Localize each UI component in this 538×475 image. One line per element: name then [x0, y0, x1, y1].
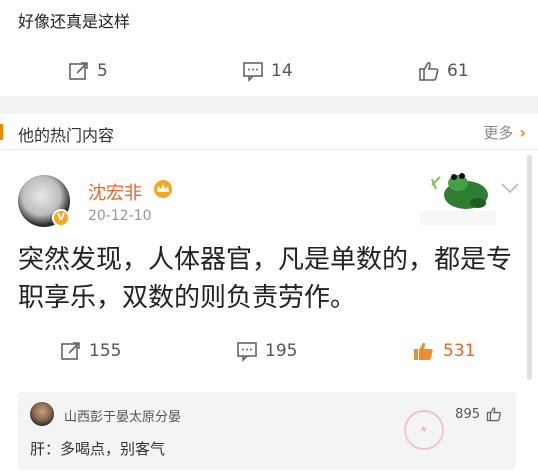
- repost-button[interactable]: 5: [68, 60, 108, 82]
- post-action-bar: 155 195 531: [0, 331, 538, 371]
- post-comment-count: 195: [265, 341, 298, 361]
- thumbs-up-icon: [486, 407, 501, 422]
- hot-content-header: 他的热门内容 更多 ›: [0, 114, 538, 150]
- comment-button[interactable]: 14: [242, 60, 293, 82]
- post-body: 突然发现，人体器官，凡是单数的，都是专职享乐，双数的则负责劳作。: [18, 245, 513, 313]
- more-label: 更多: [483, 124, 514, 142]
- scrollbar[interactable]: [527, 155, 532, 380]
- thumbs-up-filled-icon: [414, 342, 433, 360]
- top-comment[interactable]: 山西彭于晏太原分晏 895 ✦ 肝：多喝点，别客气: [18, 392, 516, 470]
- post-like-count: 531: [443, 341, 476, 361]
- verified-badge-icon: V: [52, 209, 70, 227]
- frog-decoration-icon: [420, 173, 496, 225]
- comment-avatar[interactable]: [30, 402, 54, 426]
- section-title: 他的热门内容: [18, 126, 115, 145]
- comment-like-button[interactable]: 895: [455, 406, 502, 422]
- like-count: 61: [447, 61, 469, 81]
- repost-count: 5: [97, 61, 108, 81]
- hot-comment-stamp-icon: ✦: [399, 405, 449, 455]
- like-button[interactable]: 61: [418, 60, 469, 82]
- post-repost-button[interactable]: 155: [60, 340, 121, 362]
- more-link[interactable]: 更多 ›: [483, 122, 526, 143]
- post-repost-count: 155: [89, 341, 122, 361]
- chevron-right-icon: ›: [519, 123, 526, 142]
- comment-icon: [243, 62, 263, 82]
- crown-icon: [154, 180, 172, 198]
- repost-icon: [69, 62, 88, 80]
- repost-icon: [61, 342, 80, 360]
- prev-post-text: 好像还真是这样: [18, 12, 131, 31]
- accent-bar: [0, 124, 3, 140]
- section-divider: [0, 96, 538, 114]
- comment-like-count: 895: [455, 406, 480, 422]
- comment-username[interactable]: 山西彭于晏太原分晏: [64, 406, 181, 425]
- post-comment-button[interactable]: 195: [236, 340, 297, 362]
- comment-text: 肝：多喝点，别客气: [30, 440, 166, 458]
- chevron-down-icon[interactable]: [500, 181, 520, 195]
- comment-count: 14: [271, 61, 293, 81]
- comment-icon: [237, 342, 257, 362]
- prev-post-action-bar: 5 14 61: [0, 51, 538, 91]
- post-like-button[interactable]: 531: [412, 340, 475, 362]
- post-date: 20-12-10: [88, 208, 152, 224]
- author-name[interactable]: 沈宏非: [88, 179, 142, 205]
- thumbs-up-icon: [419, 61, 439, 81]
- post-card[interactable]: V 沈宏非 20-12-10 突然发现，人体器官，凡是单数的，都是专职享乐，双数…: [0, 151, 538, 380]
